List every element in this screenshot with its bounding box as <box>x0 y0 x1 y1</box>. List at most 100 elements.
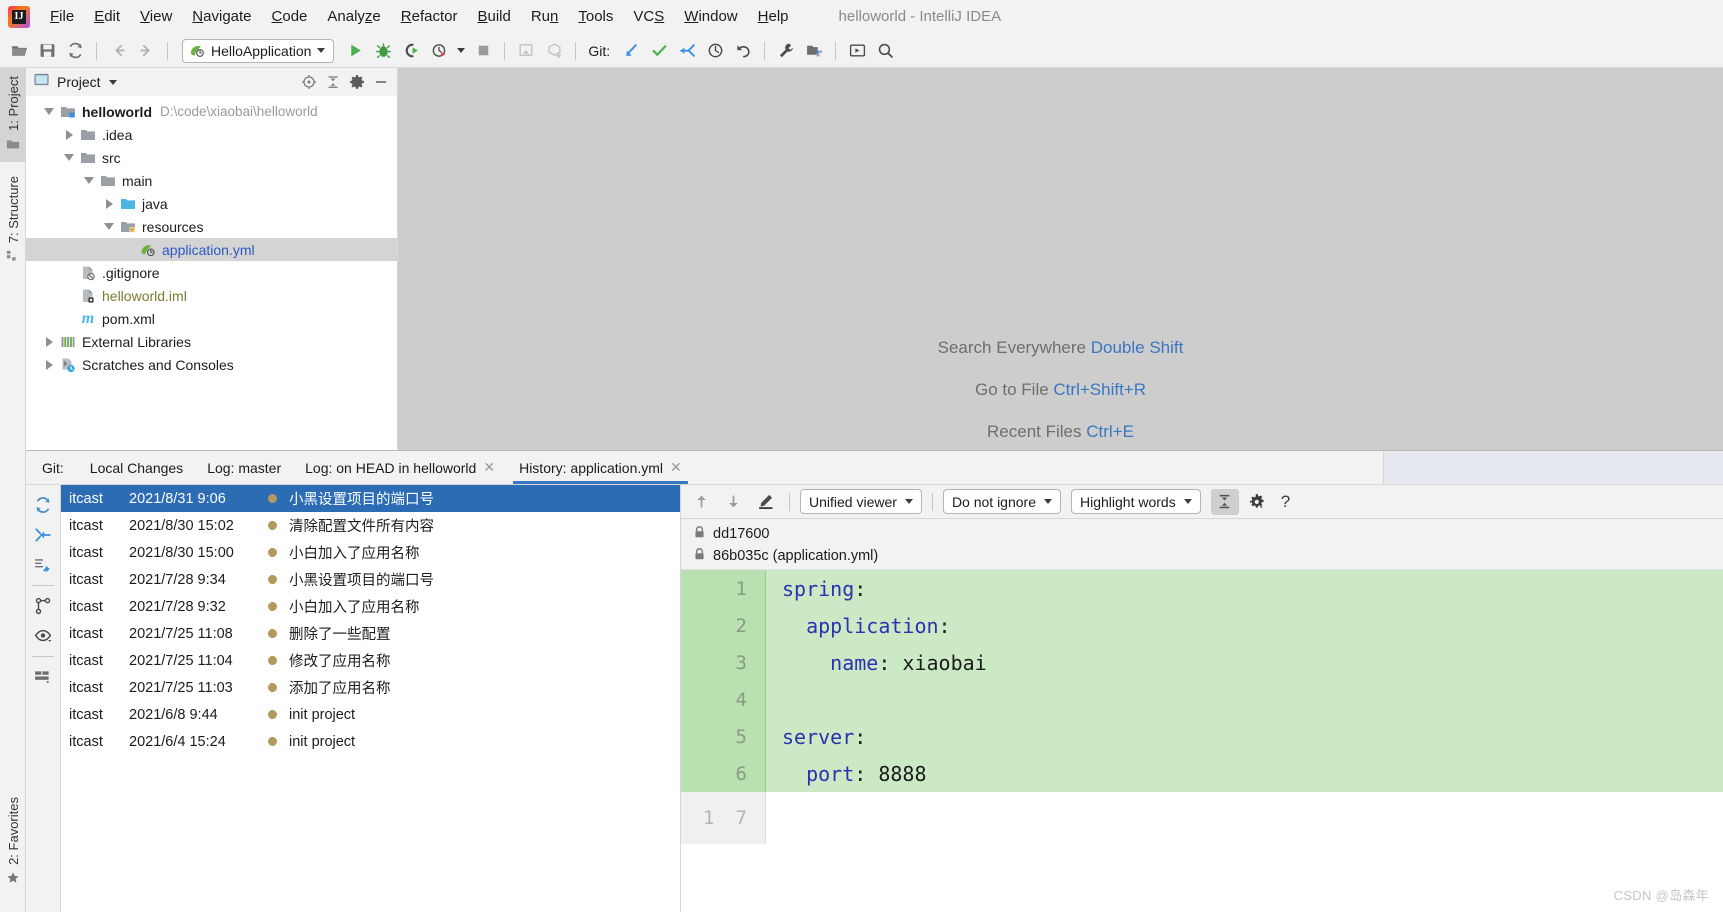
diff-code-area[interactable]: 1 spring: 2 application: 3 name: xiaobai 4 5 s… <box>681 570 1723 912</box>
stop-icon[interactable] <box>470 38 496 64</box>
arrow-up-icon[interactable] <box>687 489 715 515</box>
whitespace-dropdown[interactable]: Do not ignore <box>942 489 1061 514</box>
git-push-icon[interactable] <box>674 38 700 64</box>
tree-node-application-yml[interactable]: application.yml <box>26 238 397 261</box>
menu-item-window[interactable]: Window <box>674 5 747 28</box>
git-tab-history-application-yml[interactable]: History: application.yml ✕ <box>507 451 694 484</box>
tree-node-external-libraries[interactable]: External Libraries <box>26 330 397 353</box>
package-icon[interactable] <box>541 38 567 64</box>
commit-row[interactable]: itcast 2021/7/25 11:04 修改了应用名称 <box>61 647 680 674</box>
menu-item-file[interactable]: File <box>40 5 84 28</box>
twisty-expanded-icon[interactable] <box>40 108 58 115</box>
run-with-coverage-icon[interactable] <box>398 38 424 64</box>
twisty-collapsed-icon[interactable] <box>60 129 78 140</box>
edit-source-icon[interactable] <box>751 489 779 515</box>
gear-icon[interactable] <box>345 71 369 93</box>
sidebar-item-favorites[interactable]: 2: Favorites <box>0 789 26 896</box>
settings-wrench-icon[interactable] <box>773 38 799 64</box>
tree-node-pom-xml[interactable]: m pom.xml <box>26 307 397 330</box>
debug-icon[interactable] <box>370 38 396 64</box>
menu-item-tools[interactable]: Tools <box>568 5 623 28</box>
commit-row[interactable]: itcast 2021/6/4 15:24 init project <box>61 728 680 755</box>
twisty-expanded-icon[interactable] <box>100 223 118 230</box>
menu-item-edit[interactable]: Edit <box>84 5 130 28</box>
git-update-icon[interactable] <box>618 38 644 64</box>
menu-item-build[interactable]: Build <box>467 5 520 28</box>
tree-node-resources[interactable]: resources <box>26 215 397 238</box>
show-diff-preview-icon[interactable] <box>29 663 57 691</box>
profile-icon[interactable] <box>426 38 452 64</box>
git-commit-icon[interactable] <box>646 38 672 64</box>
menu-item-vcs[interactable]: VCS <box>623 5 674 28</box>
tree-node-helloworld-iml[interactable]: helloworld.iml <box>26 284 397 307</box>
close-icon[interactable]: ✕ <box>483 459 495 476</box>
expand-all-icon[interactable] <box>29 551 57 579</box>
twisty-expanded-icon[interactable] <box>60 154 78 161</box>
hide-icon[interactable] <box>369 71 393 93</box>
menu-item-navigate[interactable]: Navigate <box>182 5 261 28</box>
tree-node--gitignore[interactable]: .gitignore <box>26 261 397 284</box>
twisty-collapsed-icon[interactable] <box>40 336 58 347</box>
deploy-icon[interactable] <box>513 38 539 64</box>
menu-item-help[interactable]: Help <box>748 5 799 28</box>
arrow-down-icon[interactable] <box>719 489 747 515</box>
twisty-collapsed-icon[interactable] <box>100 198 118 209</box>
sync-refresh-icon[interactable] <box>62 38 88 64</box>
highlight-dropdown[interactable]: Highlight words <box>1071 489 1201 514</box>
gear-icon[interactable] <box>1243 489 1271 515</box>
commit-row[interactable]: itcast 2021/8/31 9:06 小黑设置项目的端口号 <box>61 485 680 512</box>
commit-row[interactable]: itcast 2021/7/25 11:08 删除了一些配置 <box>61 620 680 647</box>
git-history-icon[interactable] <box>702 38 728 64</box>
collapse-all-icon[interactable] <box>321 71 345 93</box>
commit-date: 2021/8/31 9:06 <box>129 490 226 507</box>
commit-row[interactable]: itcast 2021/7/28 9:32 小白加入了应用名称 <box>61 593 680 620</box>
twisty-collapsed-icon[interactable] <box>40 359 58 370</box>
search-icon[interactable] <box>872 38 898 64</box>
refresh-icon[interactable] <box>29 491 57 519</box>
tree-node-scratches-and-consoles[interactable]: Scratches and Consoles <box>26 353 397 376</box>
menu-item-refactor[interactable]: Refactor <box>391 5 468 28</box>
save-all-icon[interactable] <box>34 38 60 64</box>
collapse-unchanged-icon[interactable] <box>1210 488 1239 515</box>
menu-item-view[interactable]: View <box>130 5 182 28</box>
git-tab-log-on-head-in-helloworld[interactable]: Log: on HEAD in helloworld ✕ <box>293 451 507 484</box>
viewer-mode-dropdown[interactable]: Unified viewer <box>800 489 922 514</box>
git-tab-log-master[interactable]: Log: master <box>195 451 293 484</box>
commit-date: 2021/8/30 15:00 <box>129 544 234 561</box>
tree-node-src[interactable]: src <box>26 146 397 169</box>
run-icon[interactable] <box>342 38 368 64</box>
show-branches-icon[interactable] <box>29 592 57 620</box>
open-folder-icon[interactable] <box>6 38 32 64</box>
collapse-branches-icon[interactable] <box>29 521 57 549</box>
sidebar-item-project[interactable]: 1: Project <box>0 68 26 162</box>
sidebar-item-structure[interactable]: 7: Structure <box>0 168 26 274</box>
tree-node-java[interactable]: java <box>26 192 397 215</box>
commit-row[interactable]: itcast 2021/6/8 9:44 init project <box>61 701 680 728</box>
close-icon[interactable]: ✕ <box>670 459 682 476</box>
navigate-forward-icon[interactable] <box>133 38 159 64</box>
commit-list[interactable]: itcast 2021/8/31 9:06 小黑设置项目的端口号 itcast 2021… <box>61 485 681 912</box>
tree-node-helloworld[interactable]: helloworld D:\code\xiaobai\helloworld <box>26 100 397 123</box>
run-configuration-selector[interactable]: HelloApplication <box>182 38 335 63</box>
show-details-icon[interactable] <box>29 622 57 650</box>
tree-node--idea[interactable]: .idea <box>26 123 397 146</box>
project-structure-icon[interactable] <box>801 38 827 64</box>
toggle-tool-window-icon[interactable] <box>844 38 870 64</box>
commit-row[interactable]: itcast 2021/7/28 9:34 小黑设置项目的端口号 <box>61 566 680 593</box>
git-rollback-icon[interactable] <box>730 38 756 64</box>
commit-row[interactable]: itcast 2021/8/30 15:02 清除配置文件所有内容 <box>61 512 680 539</box>
twisty-expanded-icon[interactable] <box>80 177 98 184</box>
help-icon[interactable]: ? <box>1275 492 1296 512</box>
navigate-back-icon[interactable] <box>105 38 131 64</box>
commit-message: 小白加入了应用名称 <box>289 546 420 562</box>
tree-node-main[interactable]: main <box>26 169 397 192</box>
menu-item-run[interactable]: Run <box>521 5 569 28</box>
profile-dropdown-icon[interactable] <box>454 38 468 64</box>
commit-row[interactable]: itcast 2021/8/30 15:00 小白加入了应用名称 <box>61 539 680 566</box>
commit-row[interactable]: itcast 2021/7/25 11:03 添加了应用名称 <box>61 674 680 701</box>
git-tab-local-changes[interactable]: Local Changes <box>78 451 195 484</box>
menu-item-analyze[interactable]: Analyze <box>317 5 390 28</box>
chevron-down-icon[interactable] <box>108 79 117 85</box>
scroll-from-source-icon[interactable] <box>297 71 321 93</box>
menu-item-code[interactable]: Code <box>262 5 318 28</box>
